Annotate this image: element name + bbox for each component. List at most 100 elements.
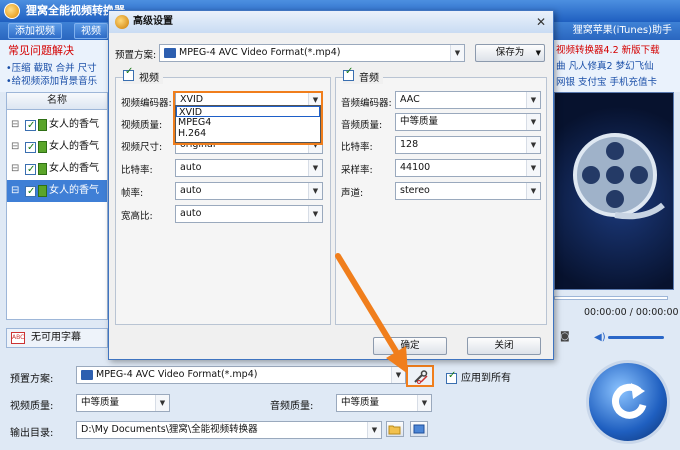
speaker-icon[interactable]: ◀) xyxy=(594,332,606,343)
format-icon xyxy=(164,47,176,58)
audio-encoder-select[interactable]: AAC ▼ xyxy=(395,91,541,109)
list-item-label: 女人的香气 xyxy=(49,185,99,196)
film-reel-icon xyxy=(573,133,665,220)
audio-quality-label: 音频质量: xyxy=(270,401,314,412)
audio-sample-select[interactable]: 44100 ▼ xyxy=(395,159,541,177)
apply-all-checkbox[interactable]: 应用到所有 xyxy=(446,369,511,384)
chevron-down-icon[interactable]: ▼ xyxy=(526,137,540,153)
checkbox-icon[interactable] xyxy=(123,66,134,81)
subtitle-label: 无可用字幕 xyxy=(31,332,81,343)
app-logo-icon xyxy=(4,3,20,19)
video-file-icon xyxy=(38,119,47,131)
dialog-title: 高级设置 xyxy=(133,16,173,27)
output-dir-label: 输出目录: xyxy=(10,428,54,439)
itunes-helper-link[interactable]: 狸窝苹果(iTunes)助手 xyxy=(573,22,672,40)
chevron-down-icon[interactable]: ▼ xyxy=(526,114,540,130)
video-quality-value: 中等质量 xyxy=(81,397,120,408)
promo-link-download[interactable]: 视频转换器4.2 新版下载 xyxy=(556,42,660,56)
checkbox-icon[interactable] xyxy=(25,137,36,159)
chevron-down-icon[interactable]: ▼ xyxy=(367,422,381,438)
audio-bitrate-label: 比特率: xyxy=(341,142,373,153)
expand-icon[interactable]: ⊟ xyxy=(11,114,19,136)
encoder-highlight-frame xyxy=(173,91,323,145)
apply-all-label: 应用到所有 xyxy=(461,373,511,384)
list-item[interactable]: ⊟ 女人的香气 xyxy=(7,114,107,137)
checkbox-icon[interactable] xyxy=(343,66,354,81)
close-button[interactable]: 关闭 xyxy=(467,337,541,355)
save-as-button[interactable]: 保存为 ▼ xyxy=(475,44,545,62)
chevron-down-icon[interactable]: ▼ xyxy=(526,183,540,199)
video-bitrate-select[interactable]: auto ▼ xyxy=(175,159,323,177)
convert-button[interactable] xyxy=(586,360,670,444)
audio-group-title: 音频 xyxy=(359,73,379,84)
list-header-name[interactable]: 名称 xyxy=(6,92,108,110)
audio-encoder-value: AAC xyxy=(400,94,420,105)
output-dir-select[interactable]: D:\My Documents\狸窝\全能视频转换器 ▼ xyxy=(76,421,382,439)
video-size-label: 视频尺寸: xyxy=(121,142,163,153)
video-quality-label: 视频质量: xyxy=(121,120,163,131)
audio-quality-select[interactable]: 中等质量 ▼ xyxy=(336,394,432,412)
expand-icon[interactable]: ⊟ xyxy=(11,158,19,180)
add-video-button[interactable]: 添加视频 xyxy=(8,23,62,39)
video-group-toggle[interactable]: 视频 xyxy=(123,66,163,84)
chevron-down-icon[interactable]: ▼ xyxy=(450,45,464,61)
dialog-preset-select[interactable]: MPEG-4 AVC Video Format(*.mp4) ▼ xyxy=(159,44,465,62)
video-fps-select[interactable]: auto ▼ xyxy=(175,182,323,200)
audio-bitrate-select[interactable]: 128 ▼ xyxy=(395,136,541,154)
faq-link-bgmusic[interactable]: •给视频添加背景音乐 xyxy=(6,73,97,87)
video-quality-select[interactable]: 中等质量 ▼ xyxy=(76,394,170,412)
list-item-label: 女人的香气 xyxy=(49,141,99,152)
list-item[interactable]: ⊟ 女人的香气 xyxy=(7,158,107,181)
faq-title[interactable]: 常见问题解决 xyxy=(8,42,74,58)
chevron-down-icon[interactable]: ▼ xyxy=(308,206,322,222)
format-icon xyxy=(81,369,93,380)
output-dir-value: D:\My Documents\狸窝\全能视频转换器 xyxy=(81,424,258,435)
video-aspect-value: auto xyxy=(180,208,202,219)
audio-channel-value: stereo xyxy=(400,185,430,196)
save-as-label: 保存为 xyxy=(495,47,525,58)
video-encoder-label: 视频编码器: xyxy=(121,98,172,109)
list-item-selected[interactable]: ⊟ 女人的香气 xyxy=(7,180,107,203)
checkbox-icon[interactable] xyxy=(25,181,36,203)
preset-label: 预置方案: xyxy=(10,374,54,385)
faq-link-compress[interactable]: •压缩 截取 合并 尺寸 xyxy=(6,60,97,74)
subtitle-selector[interactable]: ABC 无可用字幕 xyxy=(6,328,108,348)
chevron-down-icon[interactable]: ▼ xyxy=(526,160,540,176)
dialog-title-bar: 高级设置 xyxy=(109,11,553,33)
audio-quality-select[interactable]: 中等质量 ▼ xyxy=(395,113,541,131)
chevron-down-icon[interactable]: ▼ xyxy=(526,92,540,108)
preset-value: MPEG-4 AVC Video Format(*.mp4) xyxy=(96,369,258,380)
video-aspect-select[interactable]: auto ▼ xyxy=(175,205,323,223)
promo-panel: 视频转换器4.2 新版下载 曲 凡人修真2 梦幻飞仙 网银 支付宝 手机充值卡 xyxy=(554,40,680,92)
dialog-close-icon[interactable]: ✕ xyxy=(533,14,549,30)
checkbox-icon[interactable] xyxy=(446,370,457,384)
volume-track[interactable] xyxy=(608,336,664,339)
camera-icon[interactable]: ◙ xyxy=(560,331,570,342)
audio-channel-select[interactable]: stereo ▼ xyxy=(395,182,541,200)
promo-link-recharge[interactable]: 网银 支付宝 手机充值卡 xyxy=(556,74,657,88)
video-bitrate-value: auto xyxy=(180,162,202,173)
open-folder-button[interactable] xyxy=(386,421,404,437)
video-file-icon xyxy=(38,185,47,197)
video-file-icon xyxy=(38,141,47,153)
checkbox-icon[interactable] xyxy=(25,159,36,181)
chevron-down-icon[interactable]: ▼ xyxy=(417,395,431,411)
promo-link-games[interactable]: 曲 凡人修真2 梦幻飞仙 xyxy=(556,58,654,72)
audio-bitrate-value: 128 xyxy=(400,139,419,150)
video-group-title: 视频 xyxy=(139,73,159,84)
volume-slider[interactable]: ◀) xyxy=(594,332,664,343)
chevron-down-icon[interactable]: ▼ xyxy=(308,160,322,176)
browse-folder-button[interactable] xyxy=(410,421,428,437)
playback-progress-bar[interactable] xyxy=(554,296,668,300)
dialog-preset-label: 预置方案: xyxy=(115,50,157,61)
list-item[interactable]: ⊟ 女人的香气 xyxy=(7,136,107,159)
expand-icon[interactable]: ⊟ xyxy=(11,180,19,202)
chevron-down-icon[interactable]: ▼ xyxy=(155,395,169,411)
expand-icon[interactable]: ⊟ xyxy=(11,136,19,158)
video-edit-button[interactable]: 视频 xyxy=(74,23,108,39)
audio-group-toggle[interactable]: 音频 xyxy=(343,66,383,84)
checkbox-icon[interactable] xyxy=(25,115,36,137)
video-file-icon xyxy=(38,163,47,175)
chevron-down-icon[interactable]: ▼ xyxy=(536,45,541,61)
chevron-down-icon[interactable]: ▼ xyxy=(308,183,322,199)
